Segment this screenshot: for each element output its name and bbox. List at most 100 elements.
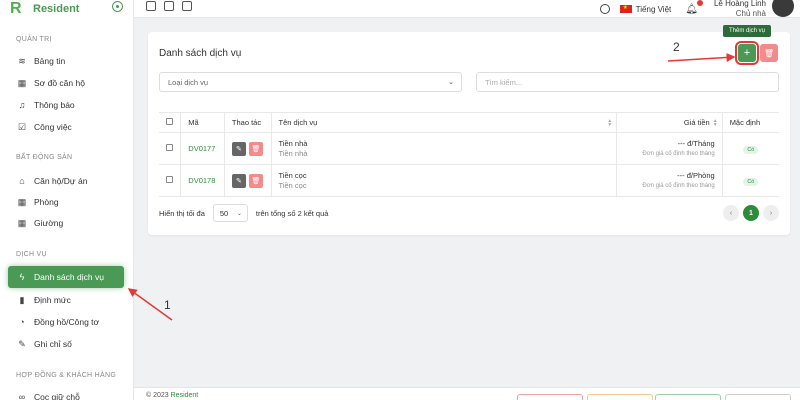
sidebar-item-deposits[interactable]: ∞ Cọc giữ chỗ xyxy=(8,388,124,400)
service-table: Mã Thao tác Tên dịch vụ ▲ ▼ Giá tiền ▲ ▼ Mặc… xyxy=(159,112,779,197)
service-name: Tiền cọc xyxy=(278,170,307,180)
default-cell: Có xyxy=(721,132,779,165)
row-actions: ✎ 🗑︎ xyxy=(223,164,272,197)
notification-badge xyxy=(696,0,703,6)
col-code[interactable]: Mã xyxy=(180,112,225,133)
bell-icon: ♫ xyxy=(18,100,26,110)
user-menu[interactable]: Lê Hoàng Linh Chủ nhà xyxy=(714,0,766,19)
row-checkbox-cell xyxy=(159,132,181,165)
sidebar-item-rooms[interactable]: ▦ Phòng xyxy=(8,193,124,211)
table-row: DV0178 ✎ 🗑︎ Tiền cọc Tiền cọc --- đ/Phòng Đ… xyxy=(159,164,779,197)
footer-button-guide[interactable] xyxy=(587,394,653,400)
section-title-real-estate: BẤT ĐỘNG SẢN xyxy=(16,154,73,161)
page-size-control: Hiển thị tối đa 50 ⌄ trên tổng số 2 kết q… xyxy=(159,204,328,222)
default-badge: Có xyxy=(743,177,759,186)
sidebar-item-floor-plan[interactable]: ▦ Sơ đồ căn hộ xyxy=(8,74,124,92)
section-title-services: DỊCH VỤ xyxy=(16,251,47,258)
sidebar-item-service-list[interactable]: ϟ Danh sách dịch vụ xyxy=(8,266,124,288)
select-all-cell xyxy=(159,112,181,133)
sidebar-item-dashboard[interactable]: ≋ Bảng tin xyxy=(8,52,124,70)
add-service-tooltip: Thêm dịch vụ xyxy=(723,25,772,37)
dark-mode-icon[interactable] xyxy=(599,4,610,14)
grid-icon: ▦ xyxy=(17,196,27,207)
service-list-card: Danh sách dịch vụ Thêm dịch vụ + 🗑︎ Loại… xyxy=(148,25,790,235)
prev-page-button[interactable]: ‹ xyxy=(723,205,739,221)
annotation-label-1: 1 xyxy=(164,298,171,312)
apps-icon[interactable] xyxy=(146,1,156,11)
sidebar-toggle-icon[interactable] xyxy=(112,1,123,12)
avatar[interactable] xyxy=(772,0,794,17)
footer-brand-link[interactable]: Resident xyxy=(171,392,199,399)
page-footer: © 2023 Resident xyxy=(134,387,800,400)
price-note: Đơn giá cố định theo tháng xyxy=(642,183,715,189)
layers-icon: ≋ xyxy=(18,55,26,66)
sort-icon[interactable]: ▲ ▼ xyxy=(713,119,718,128)
chat-icon[interactable] xyxy=(164,1,174,11)
service-code[interactable]: DV0178 xyxy=(180,164,225,197)
service-desc: Tiền cọc xyxy=(278,180,307,190)
annotation-label-2: 2 xyxy=(673,40,680,54)
search-input[interactable] xyxy=(476,72,779,92)
resident-logo-icon: R xyxy=(10,0,22,17)
default-cell: Có xyxy=(721,164,779,197)
grid-icon: ▦ xyxy=(17,77,27,88)
sidebar-item-apartments[interactable]: ⌂ Căn hộ/Dự án xyxy=(8,172,124,190)
sidebar-item-quotas[interactable]: ▮ Định mức xyxy=(8,291,124,309)
brand[interactable]: R Resident xyxy=(10,0,79,18)
next-page-button[interactable]: › xyxy=(763,205,779,221)
sidebar: R Resident QUẢN TRỊ ≋ Bảng tin ▦ Sơ đồ căn… xyxy=(0,0,134,400)
grid-icon: ▦ xyxy=(17,217,27,228)
col-actions: Thao tác xyxy=(223,112,272,133)
edit-button[interactable]: ✎ xyxy=(231,141,246,156)
service-code[interactable]: DV0177 xyxy=(180,132,225,165)
sort-icon[interactable]: ▲ ▼ xyxy=(607,119,612,128)
service-name: Tiền nhà xyxy=(278,138,308,148)
copyright: © 2023 Resident xyxy=(146,392,199,399)
sidebar-item-beds[interactable]: ▦ Giường xyxy=(8,214,124,232)
pencil-icon: ✎ xyxy=(18,338,26,349)
delete-button[interactable]: 🗑︎ xyxy=(248,141,263,156)
footer-button-video[interactable] xyxy=(725,394,791,400)
default-badge: Có xyxy=(743,145,759,154)
edit-button[interactable]: ✎ xyxy=(231,173,246,188)
table-row: DV0177 ✎ 🗑︎ Tiền nhà Tiền nhà --- đ/Tháng Đ… xyxy=(159,132,779,165)
checklist-icon[interactable] xyxy=(182,1,192,11)
col-default: Mặc định xyxy=(721,112,779,133)
delete-button[interactable]: 🗑︎ xyxy=(248,173,263,188)
delete-selected-button[interactable]: 🗑︎ xyxy=(760,44,778,62)
lightning-icon: ϟ xyxy=(19,272,25,282)
add-service-button[interactable]: + xyxy=(735,41,759,65)
price-cell: --- đ/Phòng Đơn giá cố định theo tháng xyxy=(616,164,723,197)
service-name-cell: Tiền nhà Tiền nhà xyxy=(270,132,617,165)
bar-chart-icon: ▮ xyxy=(19,294,25,305)
sidebar-item-readings[interactable]: ✎ Ghi chỉ số xyxy=(8,335,124,353)
row-actions: ✎ 🗑︎ xyxy=(223,132,272,165)
select-all-checkbox[interactable] xyxy=(166,118,173,125)
sidebar-item-notifications[interactable]: ♫ Thông báo xyxy=(8,96,124,114)
topbar: Tiếng Việt 🔔︎ Lê Hoàng Linh Chủ nhà xyxy=(134,0,800,18)
link-icon: ∞ xyxy=(18,392,26,400)
home-icon: ⌂ xyxy=(19,176,25,186)
service-name-cell: Tiền cọc Tiền cọc xyxy=(270,164,617,197)
language-selector[interactable]: Tiếng Việt xyxy=(636,5,672,14)
sidebar-item-meters[interactable]: ◔ Đồng hồ/Công tơ xyxy=(8,313,124,331)
page-button[interactable]: 1 xyxy=(743,205,759,221)
trash-icon: 🗑︎ xyxy=(763,48,775,58)
sidebar-item-tasks[interactable]: ☑ Công việc xyxy=(8,118,124,136)
row-checkbox[interactable] xyxy=(166,144,173,151)
col-name[interactable]: Tên dịch vụ ▲ ▼ xyxy=(270,112,617,133)
price-value: --- đ/Phòng xyxy=(677,171,715,180)
chevron-down-icon: ⌄ xyxy=(448,79,454,86)
footer-button-hotline[interactable] xyxy=(517,394,583,400)
col-price[interactable]: Giá tiền ▲ ▼ xyxy=(616,112,723,133)
row-checkbox[interactable] xyxy=(166,176,173,183)
page-title: Danh sách dịch vụ xyxy=(159,48,242,59)
footer-button-support[interactable] xyxy=(655,394,721,400)
service-type-select[interactable]: Loại dịch vụ ⌄ xyxy=(159,72,462,92)
brand-name: Resident xyxy=(33,3,80,15)
user-name: Lê Hoàng Linh xyxy=(713,0,766,8)
chevron-down-icon: ⌄ xyxy=(236,210,242,217)
page-size-select[interactable]: 50 ⌄ xyxy=(212,204,248,222)
vietnam-flag-icon[interactable] xyxy=(619,4,632,13)
notification-bell-icon[interactable]: 🔔︎ xyxy=(685,0,703,15)
